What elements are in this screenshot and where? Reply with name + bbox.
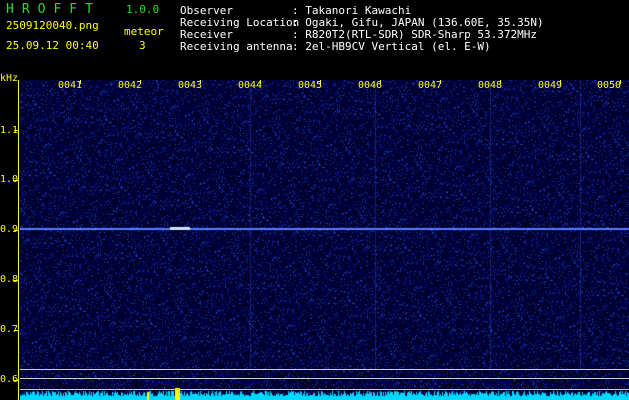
y-tick — [14, 230, 19, 231]
app-title: HROFFT — [6, 2, 101, 17]
capture-datetime: 25.09.12 00:40 — [6, 39, 99, 52]
antenna-label: Receiving antenna — [180, 40, 293, 53]
app-version: 1.0.0 — [126, 3, 160, 16]
x-tick-label: 0044 — [238, 80, 263, 91]
y-tick — [14, 280, 19, 281]
x-tick — [260, 80, 261, 84]
x-tick — [560, 80, 561, 84]
x-tick — [380, 80, 381, 84]
x-tick-label: 0049 — [538, 80, 563, 91]
y-axis-unit: kHz — [0, 73, 19, 84]
x-tick — [620, 80, 621, 84]
file-name: 2509120040.png — [6, 19, 99, 32]
guide-line-middle — [20, 378, 629, 379]
waterfall-plot — [20, 80, 629, 400]
x-tick-label: 0046 — [358, 80, 383, 91]
x-tick-label: 0047 — [418, 80, 443, 91]
x-tick-label: 0045 — [298, 80, 323, 91]
y-tick — [14, 130, 19, 131]
waterfall-canvas — [20, 80, 629, 400]
antenna-value: : 2el-HB9CV Vertical (el. E-W) — [292, 40, 491, 53]
x-tick — [140, 80, 141, 84]
meteor-label: meteor — [124, 25, 164, 38]
header-panel: HROFFT 1.0.0 2509120040.png 25.09.12 00:… — [0, 0, 629, 80]
x-tick-label: 0041 — [58, 80, 83, 91]
x-tick — [200, 80, 201, 84]
x-tick-label: 0048 — [478, 80, 503, 91]
y-tick — [14, 330, 19, 331]
x-tick — [500, 80, 501, 84]
guide-line-upper — [20, 369, 629, 370]
y-tick — [14, 180, 19, 181]
x-tick-label: 0050 — [597, 80, 622, 91]
x-tick — [320, 80, 321, 84]
x-tick-label: 0042 — [118, 80, 143, 91]
meteor-count: 3 — [139, 39, 146, 52]
guide-line-lower — [20, 389, 629, 390]
y-tick — [14, 380, 19, 381]
x-tick — [440, 80, 441, 84]
x-tick — [80, 80, 81, 84]
x-tick-label: 0043 — [178, 80, 203, 91]
y-axis-line — [18, 80, 19, 400]
